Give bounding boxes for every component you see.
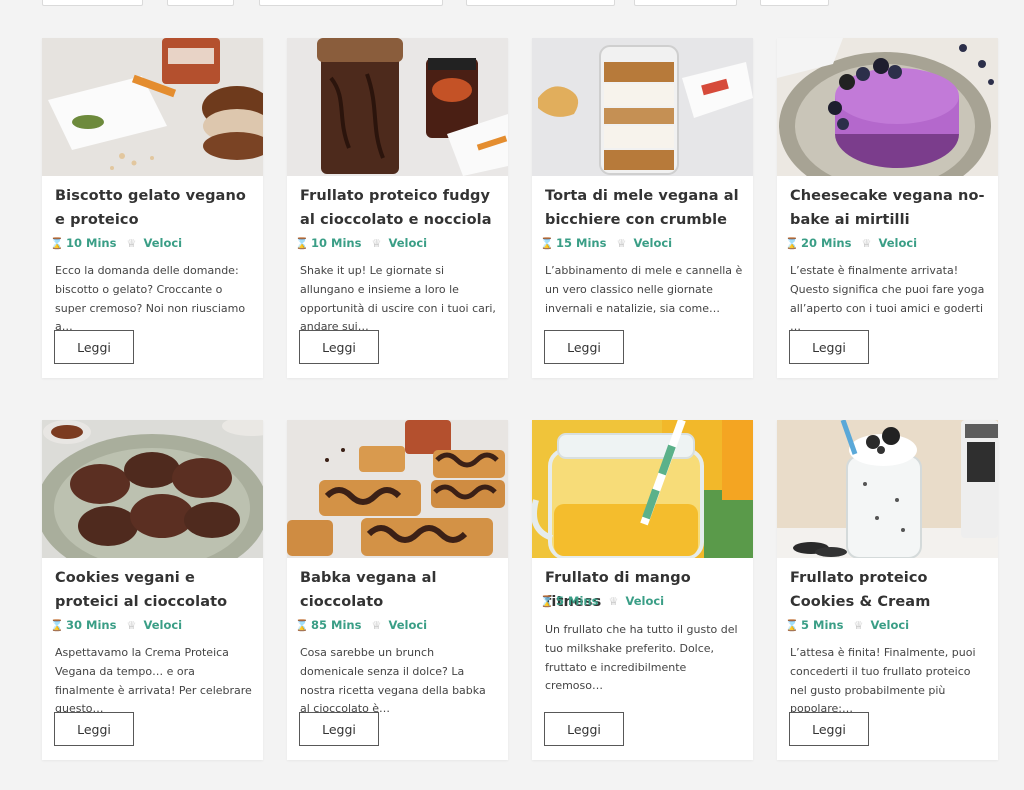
difficulty-label: Veloci [878,236,918,250]
recipe-image[interactable] [777,420,998,558]
hourglass-icon: ⌛ [50,618,64,632]
recipe-meta: ⌛ 15 Mins ♕ Veloci [540,235,745,251]
recipe-meta: ⌛ 30 Mins ♕ Veloci [50,617,255,633]
chef-hat-icon: ♕ [616,236,627,250]
read-more-button[interactable]: Leggi [789,712,869,746]
prep-time: 15 Mins [556,236,607,250]
recipe-image[interactable] [287,38,508,176]
read-more-button[interactable]: Leggi [789,330,869,364]
recipe-image[interactable] [42,38,263,176]
recipe-meta: ⌛ 5 Mins ♕ Veloci [785,617,990,633]
recipe-title[interactable]: Frullato proteico Cookies & Cream [790,567,988,614]
recipe-meta: ⌛ 5 Mins ♕ Veloci [540,593,745,609]
prep-time: 5 Mins [801,618,844,632]
recipe-grid: Biscotto gelato vegano e proteico ⌛ 10 M… [0,0,1024,790]
difficulty-label: Veloci [143,236,183,250]
recipe-card[interactable]: Frullato proteico fudgy al cioccolato e … [287,38,508,378]
recipe-excerpt: Cosa sarebbe un brunch domenicale senza … [300,646,486,716]
recipe-image[interactable] [287,420,508,558]
prep-time: 20 Mins [801,236,852,250]
prep-time: 85 Mins [311,618,362,632]
difficulty-label: Veloci [388,618,428,632]
recipe-card[interactable]: Biscotto gelato vegano e proteico ⌛ 10 M… [42,38,263,378]
read-more-button[interactable]: Leggi [544,330,624,364]
hourglass-icon: ⌛ [295,618,309,632]
hourglass-icon: ⌛ [295,236,309,250]
recipe-card[interactable]: Cookies vegani e proteici al cioccolato … [42,420,263,760]
recipe-card[interactable]: Cheesecake vegana no-bake ai mirtilli ⌛ … [777,38,998,378]
recipe-card[interactable]: Babka vegana al cioccolato ⌛ 85 Mins ♕ V… [287,420,508,760]
recipe-meta: ⌛ 10 Mins ♕ Veloci [50,235,255,251]
recipe-image[interactable] [777,38,998,176]
recipe-excerpt: L’abbinamento di mele e cannella è un ve… [545,264,743,315]
chef-hat-icon: ♕ [126,618,137,632]
recipe-excerpt: Un frullato che ha tutto il gusto del tu… [545,623,738,693]
recipe-card[interactable]: Torta di mele vegana al bicchiere con cr… [532,38,753,378]
difficulty-label: Veloci [625,594,665,608]
recipe-title[interactable]: Babka vegana al cioccolato [300,567,498,614]
chef-hat-icon: ♕ [608,594,619,608]
recipe-excerpt: Ecco la domanda delle domande: biscotto … [55,264,246,334]
recipe-card[interactable]: Frullato proteico Cookies & Cream ⌛ 5 Mi… [777,420,998,760]
difficulty-label: Veloci [143,618,183,632]
prep-time: 10 Mins [311,236,362,250]
recipe-excerpt: L’estate è finalmente arrivata! Questo s… [790,264,985,334]
recipe-title[interactable]: Cookies vegani e proteici al cioccolato [55,567,253,614]
hourglass-icon: ⌛ [540,594,554,608]
recipe-excerpt: L’attesa è finita! Finalmente, puoi conc… [790,646,976,716]
recipe-image[interactable] [532,420,753,558]
chef-hat-icon: ♕ [853,618,864,632]
chef-hat-icon: ♕ [371,236,382,250]
recipe-meta: ⌛ 10 Mins ♕ Veloci [295,235,500,251]
recipe-image[interactable] [532,38,753,176]
read-more-button[interactable]: Leggi [299,712,379,746]
difficulty-label: Veloci [388,236,428,250]
recipe-card[interactable]: Frullato di mango fitness ⌛ 5 Mins ♕ Vel… [532,420,753,760]
difficulty-label: Veloci [870,618,910,632]
read-more-button[interactable]: Leggi [54,712,134,746]
recipe-title[interactable]: Torta di mele vegana al bicchiere con cr… [545,185,743,232]
hourglass-icon: ⌛ [785,618,799,632]
hourglass-icon: ⌛ [785,236,799,250]
difficulty-label: Veloci [633,236,673,250]
hourglass-icon: ⌛ [540,236,554,250]
recipe-title[interactable]: Frullato proteico fudgy al cioccolato e … [300,185,498,232]
prep-time: 5 Mins [556,594,599,608]
read-more-button[interactable]: Leggi [54,330,134,364]
read-more-button[interactable]: Leggi [544,712,624,746]
prep-time: 30 Mins [66,618,117,632]
chef-hat-icon: ♕ [126,236,137,250]
read-more-button[interactable]: Leggi [299,330,379,364]
chef-hat-icon: ♕ [371,618,382,632]
recipe-excerpt: Aspettavamo la Crema Proteica Vegana da … [55,646,252,716]
recipe-title[interactable]: Cheesecake vegana no-bake ai mirtilli [790,185,988,232]
recipe-meta: ⌛ 85 Mins ♕ Veloci [295,617,500,633]
recipe-meta: ⌛ 20 Mins ♕ Veloci [785,235,990,251]
recipe-image[interactable] [42,420,263,558]
prep-time: 10 Mins [66,236,117,250]
recipe-excerpt: Shake it up! Le giornate si allungano e … [300,264,496,334]
chef-hat-icon: ♕ [861,236,872,250]
hourglass-icon: ⌛ [50,236,64,250]
recipe-title[interactable]: Biscotto gelato vegano e proteico [55,185,253,232]
